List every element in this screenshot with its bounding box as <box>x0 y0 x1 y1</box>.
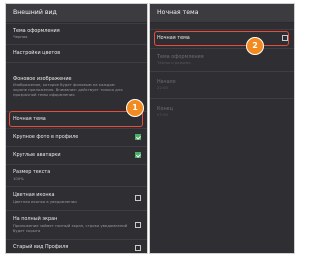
checkbox-checked[interactable] <box>135 152 141 158</box>
checkbox-unchecked[interactable] <box>135 244 141 251</box>
setting-old-profile-view[interactable]: Старый вид Профиля <box>6 239 147 253</box>
setting-theme[interactable]: Тема оформления Черная <box>6 23 147 43</box>
setting-subtitle: 100% <box>13 175 24 181</box>
setting-color-icon[interactable]: Цветная иконка Цветная иконка в уведомле… <box>6 186 147 209</box>
setting-subtitle: Черная <box>13 34 28 40</box>
setting-text-size[interactable]: Размер текста 100% <box>6 164 147 185</box>
checkbox-unchecked[interactable] <box>135 221 141 228</box>
setting-subtitle: 07:00 <box>157 112 168 118</box>
setting-title: Ночная тема <box>13 116 46 123</box>
setting-subtitle: Цветная иконка в уведомлении <box>13 198 77 204</box>
checkbox-checked[interactable] <box>135 134 141 140</box>
settings-appearance-screen: Внешний вид Тема оформления Черная Настр… <box>6 4 147 253</box>
setting-background-image[interactable]: Фоновое изображение Изображение, которое… <box>6 62 147 110</box>
checkbox-unchecked[interactable] <box>135 195 141 201</box>
setting-subtitle: Приложение займет полный экран, строка у… <box>13 222 128 233</box>
step-badge-1: 1 <box>126 99 144 117</box>
setting-round-avatars[interactable]: Круглые аватарки <box>6 146 147 163</box>
night-theme-screen: Ночная тема Ночная тема Тема оформления … <box>150 4 294 253</box>
setting-night-theme[interactable]: Ночная тема <box>6 111 147 127</box>
step-badge-2: 2 <box>246 37 264 55</box>
setting-title: Круглые аватарки <box>13 151 61 158</box>
setting-night-end: Конец 07:00 <box>150 98 294 124</box>
setting-large-profile-photo[interactable]: Крупное фото в профиле <box>6 128 147 145</box>
setting-night-theme-style: Тема оформления Тёмного режима <box>150 48 294 70</box>
setting-night-start: Начало 22:00 <box>150 71 294 97</box>
app-bar-title: Ночная тема <box>150 4 294 23</box>
setting-subtitle: Тёмного режима <box>157 60 191 66</box>
app-bar-title: Внешний вид <box>6 4 147 23</box>
checkbox-unchecked[interactable] <box>282 35 288 41</box>
setting-title: Настройки цветов <box>13 49 61 56</box>
setting-title: Старый вид Профиля <box>13 244 69 251</box>
setting-colors[interactable]: Настройки цветов <box>6 44 147 61</box>
setting-subtitle: Изображение, которое будет фоновым на ка… <box>13 82 123 98</box>
setting-subtitle: 22:00 <box>157 85 168 91</box>
setting-fullscreen[interactable]: На полный экран Приложение займет полный… <box>6 210 147 238</box>
setting-title: Крупное фото в профиле <box>13 133 79 140</box>
setting-night-theme-toggle[interactable]: Ночная тема <box>150 29 294 46</box>
